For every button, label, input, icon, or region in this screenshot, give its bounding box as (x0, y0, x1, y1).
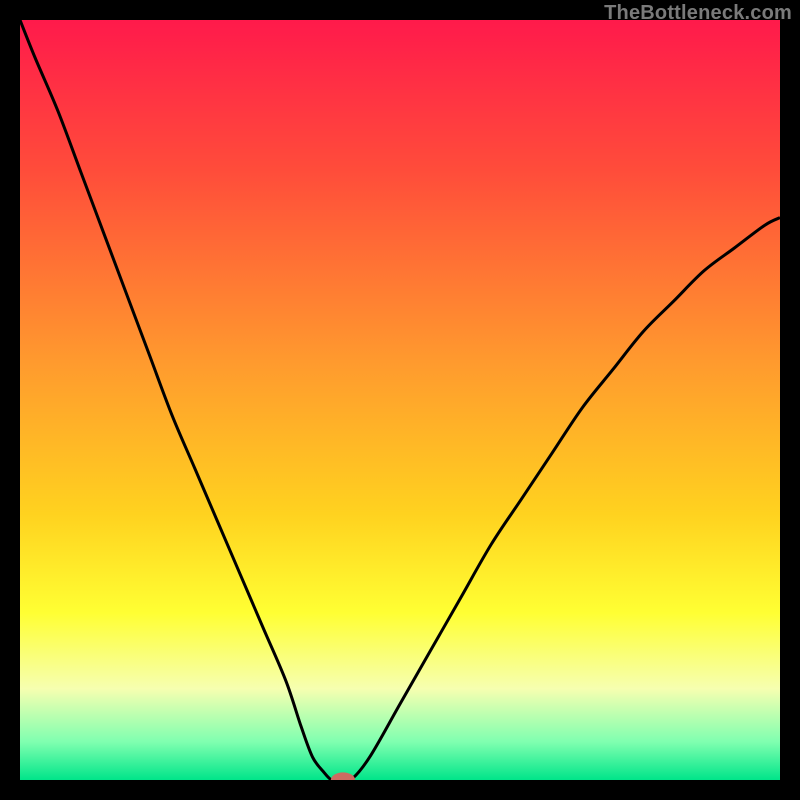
chart-plot (20, 20, 780, 780)
watermark-text: TheBottleneck.com (604, 2, 792, 25)
chart-frame: TheBottleneck.com (0, 0, 800, 800)
chart-background (20, 20, 780, 780)
